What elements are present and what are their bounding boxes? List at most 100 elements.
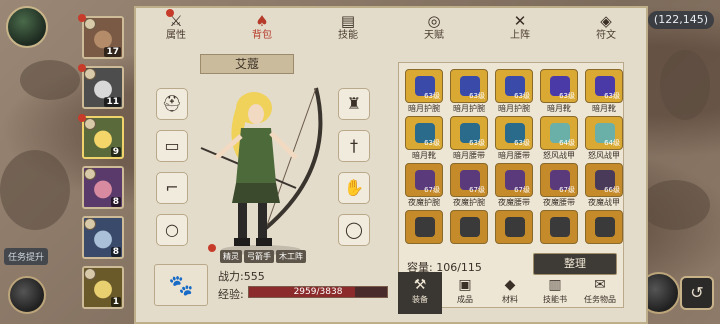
- category-tab-3[interactable]: ▥ 技能书: [533, 272, 577, 314]
- inventory-item[interactable]: 63级 暗月腰带: [450, 116, 488, 162]
- slot-weapon[interactable]: †: [338, 130, 370, 162]
- item-frame: 63级: [405, 116, 443, 150]
- category-tab-0[interactable]: ⚒ 装备: [398, 272, 442, 314]
- category-tab-1[interactable]: ▣ 成品: [443, 272, 487, 314]
- category-label: 成品: [457, 295, 473, 304]
- inventory-category-tabs: ⚒ 装备 ▣ 成品 ◆ 材料 ▥ 技能书 ✉ 任务物品: [398, 272, 624, 316]
- item-frame: 63级: [405, 69, 443, 103]
- category-label: 技能书: [543, 295, 567, 304]
- item-name: 暗月腰带: [498, 151, 530, 160]
- category-label: 装备: [412, 295, 428, 304]
- inventory-item[interactable]: 66级 夜魔战甲: [585, 163, 623, 209]
- tab-icon: ◎: [427, 12, 441, 30]
- tag-notify-dot: [208, 244, 216, 252]
- exp-text: 2959/3838: [293, 287, 343, 297]
- pet-slot[interactable]: 🐾: [154, 264, 208, 306]
- item-level: 63级: [514, 139, 530, 147]
- item-name: 暗月护腕: [408, 104, 440, 113]
- inventory-item[interactable]: 63级 暗月护腕: [495, 69, 533, 115]
- exp-label: 经验:: [218, 288, 244, 301]
- belt-icon: ▭: [164, 136, 180, 155]
- slot-glove[interactable]: ✋: [338, 172, 370, 204]
- sword-icon: †: [350, 136, 358, 155]
- item-name: 暗月靴: [547, 104, 571, 113]
- tab-3[interactable]: ◎ 天赋: [406, 10, 462, 46]
- item-frame: [405, 210, 443, 244]
- item-name: 夜魔护腕: [453, 198, 485, 207]
- item-name: 夜魔腰带: [543, 198, 575, 207]
- hero-tag: 弓箭手: [244, 250, 274, 263]
- item-level: 67级: [424, 186, 440, 194]
- class-icon: [84, 18, 96, 30]
- inventory-item[interactable]: 67级 夜魔腰带: [540, 163, 578, 209]
- inventory-item[interactable]: 64级 怒风战甲: [585, 116, 623, 162]
- item-frame: 67级: [450, 163, 488, 197]
- necklace-icon: ◯: [345, 220, 363, 239]
- slot-helmet[interactable]: ⛑: [156, 88, 188, 120]
- hero-level: 9: [110, 147, 121, 157]
- class-icon: [84, 268, 96, 280]
- inventory-item[interactable]: [495, 210, 533, 256]
- tab-label: 技能: [338, 30, 358, 41]
- task-upgrade-tag[interactable]: 任务提升: [4, 248, 49, 265]
- inventory-item[interactable]: 63级 暗月靴: [585, 69, 623, 115]
- inventory-item[interactable]: [450, 210, 488, 256]
- tab-bar: ⚔ 属性 ♠ 背包 ▤ 技能 ◎ 天赋 ✕ 上阵 ◈ 符文: [136, 8, 646, 46]
- slot-necklace[interactable]: ◯: [338, 214, 370, 246]
- inventory-item[interactable]: [540, 210, 578, 256]
- hero-notify-dot: [78, 114, 86, 122]
- category-tab-4[interactable]: ✉ 任务物品: [578, 272, 622, 314]
- item-icon: [505, 217, 525, 237]
- item-frame: 63级: [585, 69, 623, 103]
- inventory-item[interactable]: [585, 210, 623, 256]
- tab-0[interactable]: ⚔ 属性: [148, 10, 204, 46]
- hero-card[interactable]: 9: [82, 116, 124, 159]
- slot-ring[interactable]: ○: [156, 214, 188, 246]
- tab-icon: ✕: [513, 12, 527, 30]
- item-icon: [460, 217, 480, 237]
- slot-armor[interactable]: ♜: [338, 88, 370, 120]
- inventory-item[interactable]: 63级暗月腰带: [495, 116, 533, 162]
- ring-icon: ○: [165, 220, 179, 239]
- slot-boots[interactable]: ⌐: [156, 172, 188, 204]
- hero-tag: 精灵: [220, 250, 242, 263]
- bottom-left-orb[interactable]: [8, 276, 46, 314]
- inventory-item[interactable]: 67级 夜魔护腕: [405, 163, 443, 209]
- tab-5[interactable]: ◈ 符文: [578, 10, 634, 46]
- category-icon: ▣: [458, 277, 472, 293]
- category-tab-2[interactable]: ◆ 材料: [488, 272, 532, 314]
- inventory-item[interactable]: [405, 210, 443, 256]
- item-frame: 63级: [540, 69, 578, 103]
- map-coordinates: (122,145): [647, 11, 714, 29]
- hero-card[interactable]: 8: [82, 166, 124, 209]
- glove-icon: ✋: [344, 178, 364, 197]
- item-name: 怒风战甲: [543, 151, 575, 160]
- item-icon: [550, 217, 570, 237]
- tab-1[interactable]: ♠ 背包: [234, 10, 290, 46]
- hero-card[interactable]: 1: [82, 266, 124, 309]
- item-frame: [450, 210, 488, 244]
- inventory-item[interactable]: 67级 夜魔腰带: [495, 163, 533, 209]
- inventory-item[interactable]: 63级 暗月护腕: [450, 69, 488, 115]
- boots-icon: ⌐: [165, 178, 179, 197]
- hero-card[interactable]: 17: [82, 16, 124, 59]
- tab-4[interactable]: ✕ 上阵: [492, 10, 548, 46]
- item-frame: 64级: [540, 116, 578, 150]
- slot-belt[interactable]: ▭: [156, 130, 188, 162]
- inventory-item[interactable]: 63级 暗月靴: [405, 116, 443, 162]
- item-level: 63级: [424, 139, 440, 147]
- inventory-item[interactable]: 67级 夜魔护腕: [450, 163, 488, 209]
- return-button[interactable]: ↺: [680, 276, 714, 310]
- hero-equipment-area: 艾蔻 ⛑ ▭ ⌐ ○ ♜ † ✋ ◯ 精灵 弓箭手 木工阵 🐾 战力:555 经…: [144, 52, 394, 322]
- item-name: 怒风战甲: [588, 151, 620, 160]
- hero-list: 17 11 9 8 8 1: [78, 14, 130, 324]
- inventory-item[interactable]: 63级 暗月靴: [540, 69, 578, 115]
- tab-2[interactable]: ▤ 技能: [320, 10, 376, 46]
- tab-label: 背包: [252, 30, 272, 41]
- item-level: 63级: [469, 139, 485, 147]
- hero-card[interactable]: 8: [82, 216, 124, 259]
- inventory-item[interactable]: 63级 暗月护腕: [405, 69, 443, 115]
- inventory-item[interactable]: 64级 怒风战甲: [540, 116, 578, 162]
- hero-card[interactable]: 11: [82, 66, 124, 109]
- player-avatar-orb[interactable]: [6, 6, 48, 48]
